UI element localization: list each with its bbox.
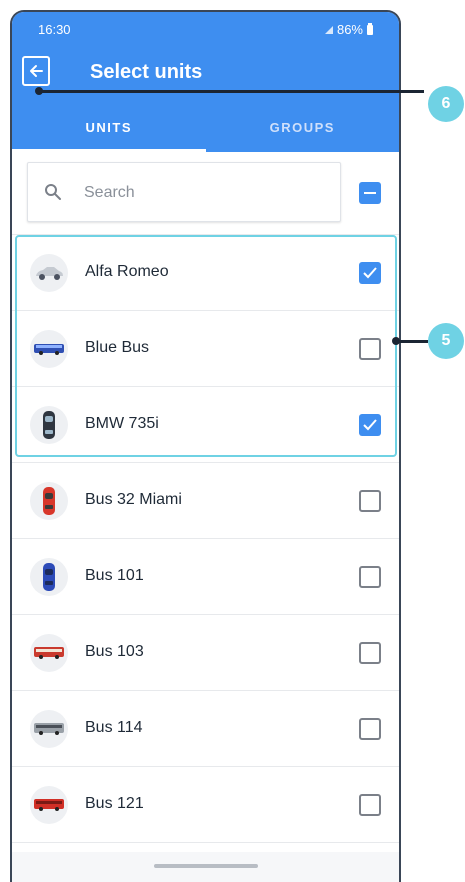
callout-6: 6 bbox=[428, 86, 464, 122]
select-all-checkbox[interactable] bbox=[359, 182, 381, 204]
battery-icon bbox=[367, 22, 373, 35]
status-bar: 16:30 86% bbox=[12, 12, 399, 42]
unit-name: Blue Bus bbox=[85, 339, 150, 356]
list-item[interactable]: Bus 32 Miami bbox=[12, 462, 399, 538]
list-item[interactable]: Bus 103 bbox=[12, 614, 399, 690]
page-title: Select units bbox=[90, 61, 203, 83]
list-item[interactable]: Alfa Romeo bbox=[12, 234, 399, 310]
blue-car-icon bbox=[30, 558, 68, 596]
search-row: Search bbox=[12, 152, 399, 234]
dark-car-icon bbox=[30, 406, 68, 444]
units-list: Alfa Romeo Blue Bus BMW 735i Bus 32 Miam… bbox=[12, 234, 399, 882]
tab-groups[interactable]: GROUPS bbox=[206, 112, 400, 152]
unit-checkbox[interactable] bbox=[359, 642, 381, 664]
list-item[interactable]: Bus 121 bbox=[12, 766, 399, 842]
red-bus-icon bbox=[30, 634, 68, 672]
navigation-bar bbox=[12, 852, 399, 882]
unit-name: Alfa Romeo bbox=[85, 263, 169, 280]
phone-frame: 16:30 86% Select units UNITS GROUPS Sear… bbox=[10, 10, 401, 882]
battery-level: 86% bbox=[336, 22, 363, 37]
unit-name: Bus 103 bbox=[85, 643, 144, 660]
search-icon bbox=[45, 184, 61, 200]
app-header: 16:30 86% Select units UNITS GROUPS bbox=[12, 12, 399, 152]
tab-bar: UNITS GROUPS bbox=[12, 112, 399, 152]
unit-name: Bus 101 bbox=[85, 567, 144, 584]
unit-checkbox[interactable] bbox=[359, 262, 381, 284]
tab-units[interactable]: UNITS bbox=[12, 112, 206, 152]
callout-5: 5 bbox=[428, 323, 464, 359]
search-placeholder: Search bbox=[84, 184, 135, 201]
status-time: 16:30 bbox=[38, 22, 71, 37]
list-item[interactable]: Bus 114 bbox=[12, 690, 399, 766]
status-indicators: 86% bbox=[324, 22, 373, 37]
unit-name: Bus 32 Miami bbox=[85, 491, 182, 508]
unit-checkbox[interactable] bbox=[359, 718, 381, 740]
unit-checkbox[interactable] bbox=[359, 338, 381, 360]
red-bus-icon bbox=[30, 786, 68, 824]
search-input[interactable]: Search bbox=[27, 162, 341, 222]
unit-name: Bus 121 bbox=[85, 795, 144, 812]
blue-bus-icon bbox=[30, 330, 68, 368]
list-item[interactable]: BMW 735i bbox=[12, 386, 399, 462]
unit-checkbox[interactable] bbox=[359, 566, 381, 588]
silver-car-icon bbox=[30, 254, 68, 292]
home-indicator[interactable] bbox=[154, 864, 258, 868]
callout-6-line bbox=[39, 90, 424, 93]
arrow-left-icon bbox=[30, 65, 43, 77]
unit-checkbox[interactable] bbox=[359, 490, 381, 512]
callout-5-line bbox=[396, 340, 428, 343]
grey-bus-icon bbox=[30, 710, 68, 748]
check-icon bbox=[363, 419, 377, 431]
minus-icon bbox=[364, 192, 376, 194]
unit-name: BMW 735i bbox=[85, 415, 159, 432]
list-item[interactable]: Bus 101 bbox=[12, 538, 399, 614]
back-button[interactable] bbox=[22, 56, 50, 86]
unit-checkbox[interactable] bbox=[359, 414, 381, 436]
red-car-icon bbox=[30, 482, 68, 520]
list-item[interactable]: Blue Bus bbox=[12, 310, 399, 386]
signal-icon bbox=[324, 25, 333, 34]
unit-name: Bus 114 bbox=[85, 719, 143, 736]
unit-checkbox[interactable] bbox=[359, 794, 381, 816]
check-icon bbox=[363, 267, 377, 279]
